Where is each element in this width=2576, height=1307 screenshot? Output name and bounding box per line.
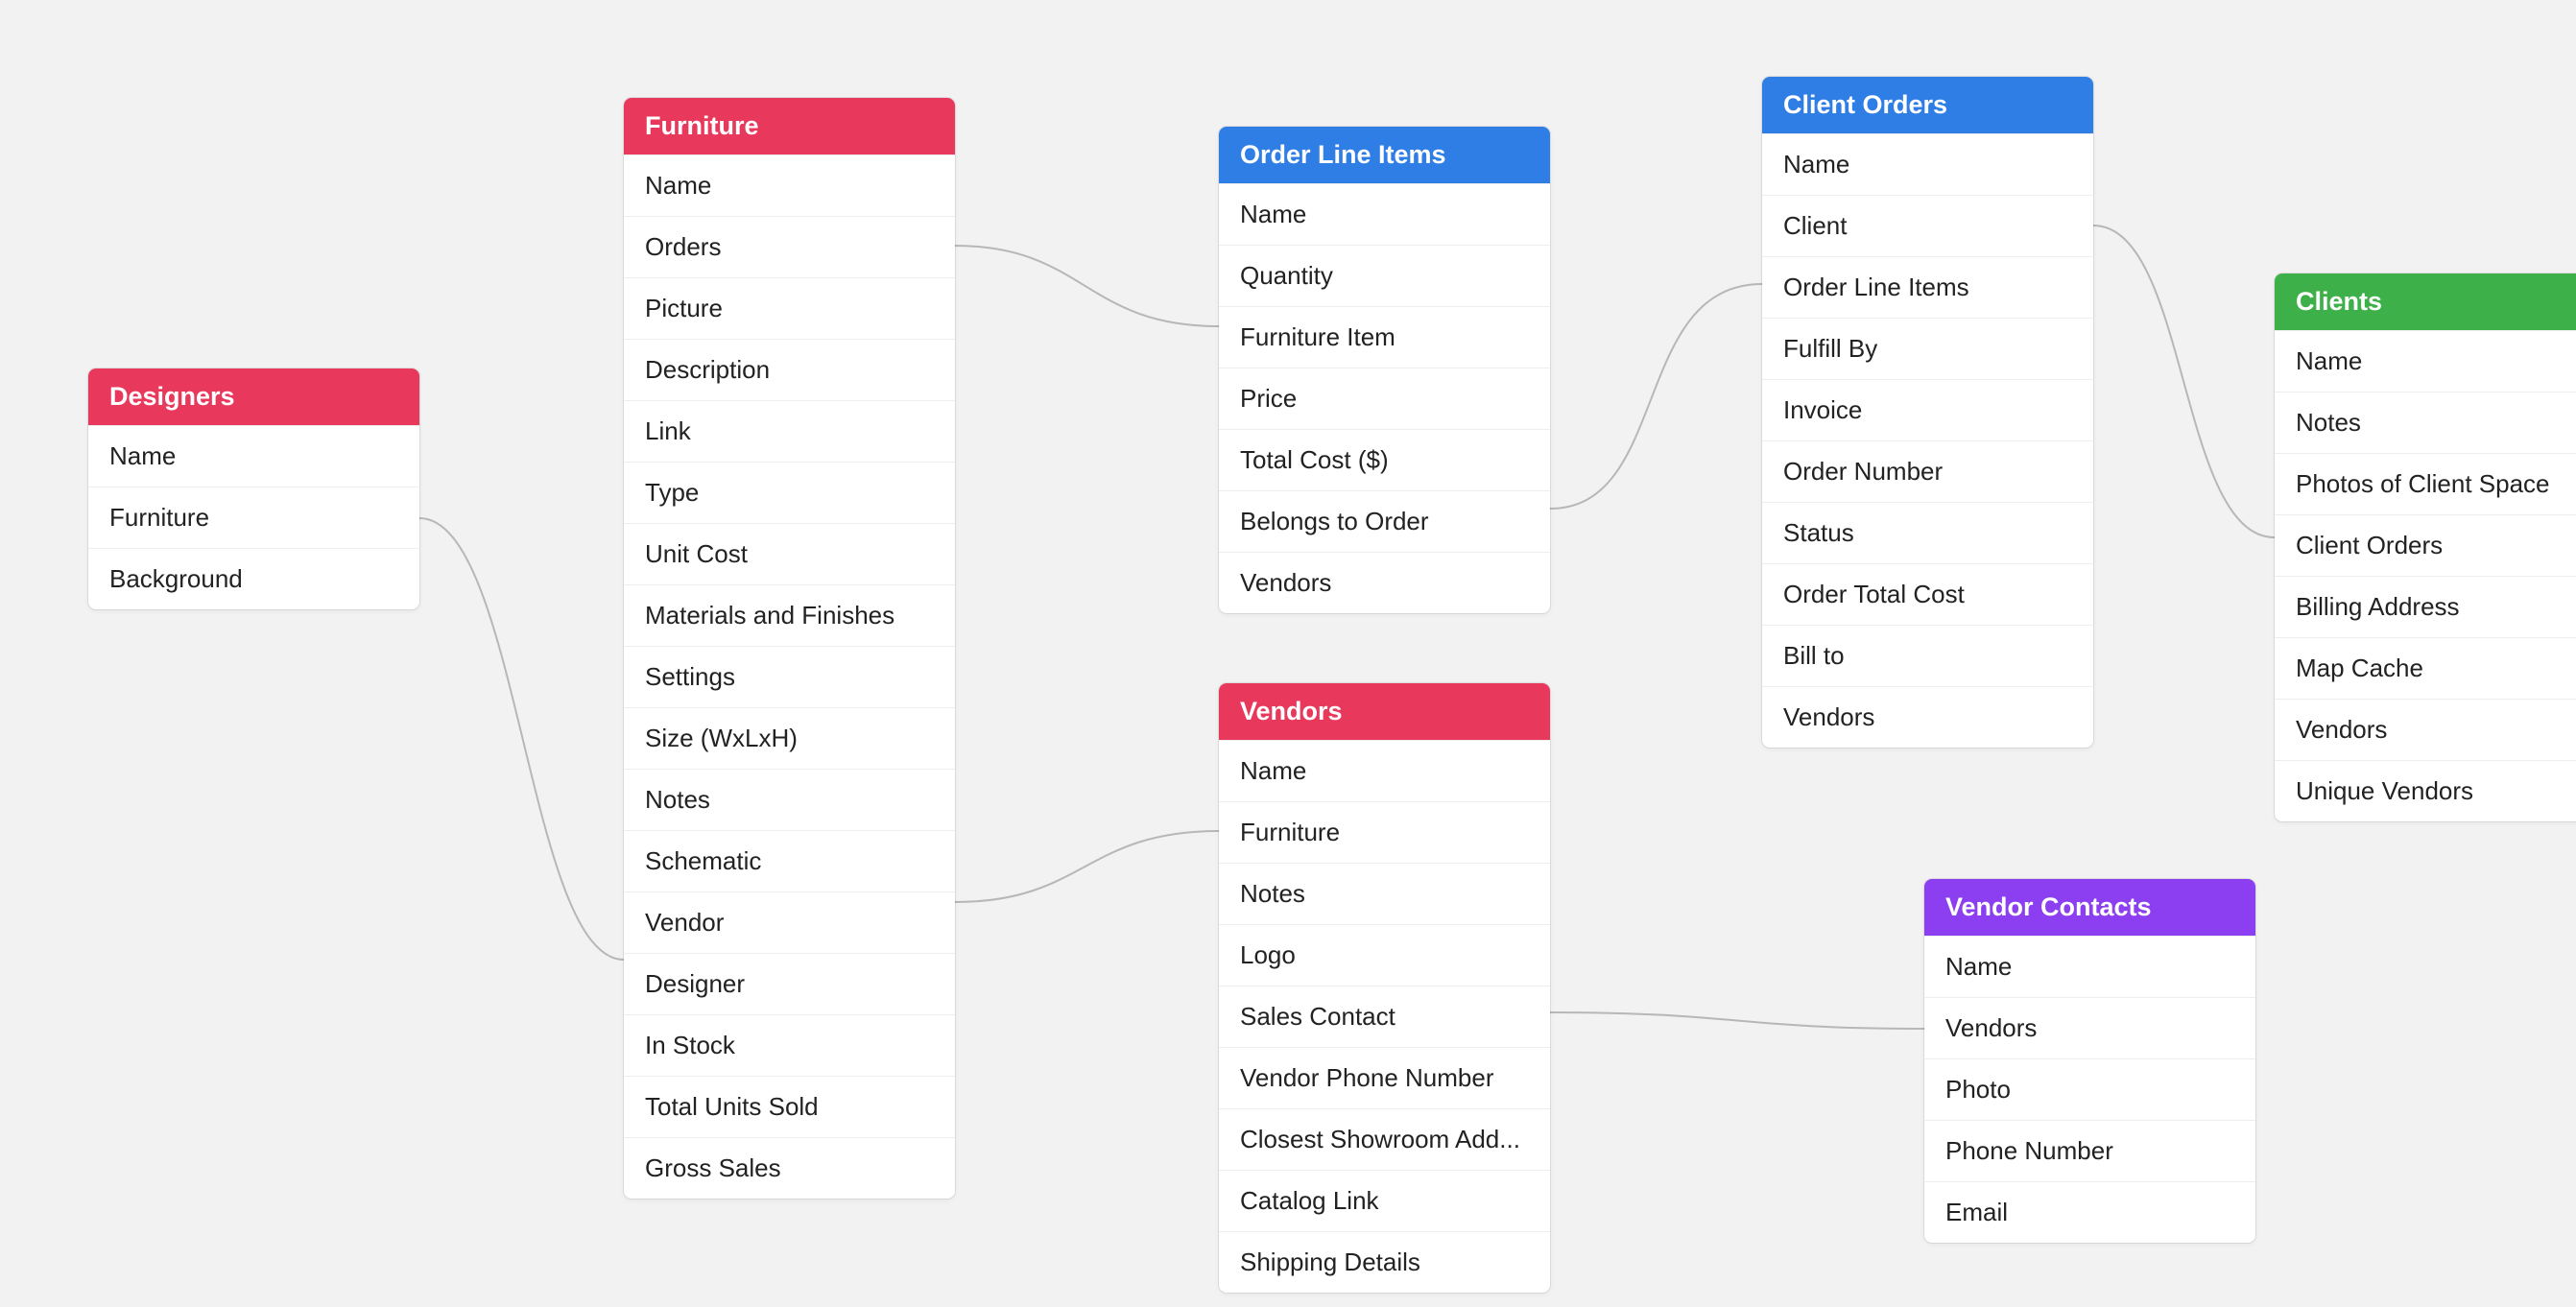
field-row[interactable]: Designer	[624, 953, 955, 1014]
table-furniture[interactable]: Furniture Name Orders Picture Descriptio…	[624, 98, 955, 1199]
field-row[interactable]: Name	[1219, 183, 1550, 245]
field-row[interactable]: Quantity	[1219, 245, 1550, 306]
table-clients[interactable]: Clients Name Notes Photos of Client Spac…	[2275, 273, 2576, 821]
field-row[interactable]: Order Line Items	[1762, 256, 2093, 318]
field-row[interactable]: Map Cache	[2275, 637, 2576, 699]
field-row[interactable]: Size (WxLxH)	[624, 707, 955, 769]
schema-canvas[interactable]: Designers Name Furniture Background Furn…	[0, 0, 2576, 1307]
field-row[interactable]: Client	[1762, 195, 2093, 256]
field-row[interactable]: Vendors	[1924, 997, 2255, 1058]
field-row[interactable]: Price	[1219, 368, 1550, 429]
field-row[interactable]: Name	[1762, 133, 2093, 195]
table-header[interactable]: Vendor Contacts	[1924, 879, 2255, 936]
field-row[interactable]: Phone Number	[1924, 1120, 2255, 1181]
field-row[interactable]: In Stock	[624, 1014, 955, 1076]
field-row[interactable]: Schematic	[624, 830, 955, 891]
field-row[interactable]: Furniture	[1219, 801, 1550, 863]
field-row[interactable]: Furniture Item	[1219, 306, 1550, 368]
field-row[interactable]: Vendors	[2275, 699, 2576, 760]
field-row[interactable]: Name	[2275, 330, 2576, 392]
field-row[interactable]: Unit Cost	[624, 523, 955, 584]
field-row[interactable]: Total Units Sold	[624, 1076, 955, 1137]
field-row[interactable]: Name	[88, 425, 419, 487]
table-order-line-items[interactable]: Order Line Items Name Quantity Furniture…	[1219, 127, 1550, 613]
field-row[interactable]: Furniture	[88, 487, 419, 548]
field-row[interactable]: Order Number	[1762, 440, 2093, 502]
field-row[interactable]: Email	[1924, 1181, 2255, 1243]
table-header[interactable]: Clients	[2275, 273, 2576, 330]
table-vendors[interactable]: Vendors Name Furniture Notes Logo Sales …	[1219, 683, 1550, 1293]
field-row[interactable]: Invoice	[1762, 379, 2093, 440]
field-row[interactable]: Orders	[624, 216, 955, 277]
table-header[interactable]: Client Orders	[1762, 77, 2093, 133]
field-row[interactable]: Vendor	[624, 891, 955, 953]
field-row[interactable]: Materials and Finishes	[624, 584, 955, 646]
field-row[interactable]: Sales Contact	[1219, 986, 1550, 1047]
field-row[interactable]: Photos of Client Space	[2275, 453, 2576, 514]
field-row[interactable]: Belongs to Order	[1219, 490, 1550, 552]
table-header[interactable]: Furniture	[624, 98, 955, 154]
field-row[interactable]: Order Total Cost	[1762, 563, 2093, 625]
field-row[interactable]: Name	[1219, 740, 1550, 801]
table-header[interactable]: Order Line Items	[1219, 127, 1550, 183]
field-row[interactable]: Settings	[624, 646, 955, 707]
field-row[interactable]: Background	[88, 548, 419, 609]
table-designers[interactable]: Designers Name Furniture Background	[88, 368, 419, 609]
field-row[interactable]: Closest Showroom Add...	[1219, 1108, 1550, 1170]
field-row[interactable]: Shipping Details	[1219, 1231, 1550, 1293]
field-row[interactable]: Photo	[1924, 1058, 2255, 1120]
field-row[interactable]: Bill to	[1762, 625, 2093, 686]
field-row[interactable]: Total Cost ($)	[1219, 429, 1550, 490]
field-row[interactable]: Picture	[624, 277, 955, 339]
field-row[interactable]: Status	[1762, 502, 2093, 563]
field-row[interactable]: Notes	[2275, 392, 2576, 453]
field-row[interactable]: Link	[624, 400, 955, 462]
field-row[interactable]: Name	[1924, 936, 2255, 997]
table-header[interactable]: Vendors	[1219, 683, 1550, 740]
field-row[interactable]: Catalog Link	[1219, 1170, 1550, 1231]
table-client-orders[interactable]: Client Orders Name Client Order Line Ite…	[1762, 77, 2093, 748]
field-row[interactable]: Name	[624, 154, 955, 216]
field-row[interactable]: Description	[624, 339, 955, 400]
field-row[interactable]: Fulfill By	[1762, 318, 2093, 379]
field-row[interactable]: Vendors	[1762, 686, 2093, 748]
field-row[interactable]: Vendor Phone Number	[1219, 1047, 1550, 1108]
field-row[interactable]: Notes	[1219, 863, 1550, 924]
field-row[interactable]: Logo	[1219, 924, 1550, 986]
field-row[interactable]: Type	[624, 462, 955, 523]
table-vendor-contacts[interactable]: Vendor Contacts Name Vendors Photo Phone…	[1924, 879, 2255, 1243]
field-row[interactable]: Unique Vendors	[2275, 760, 2576, 821]
field-row[interactable]: Vendors	[1219, 552, 1550, 613]
field-row[interactable]: Billing Address	[2275, 576, 2576, 637]
table-header[interactable]: Designers	[88, 368, 419, 425]
field-row[interactable]: Client Orders	[2275, 514, 2576, 576]
field-row[interactable]: Gross Sales	[624, 1137, 955, 1199]
field-row[interactable]: Notes	[624, 769, 955, 830]
